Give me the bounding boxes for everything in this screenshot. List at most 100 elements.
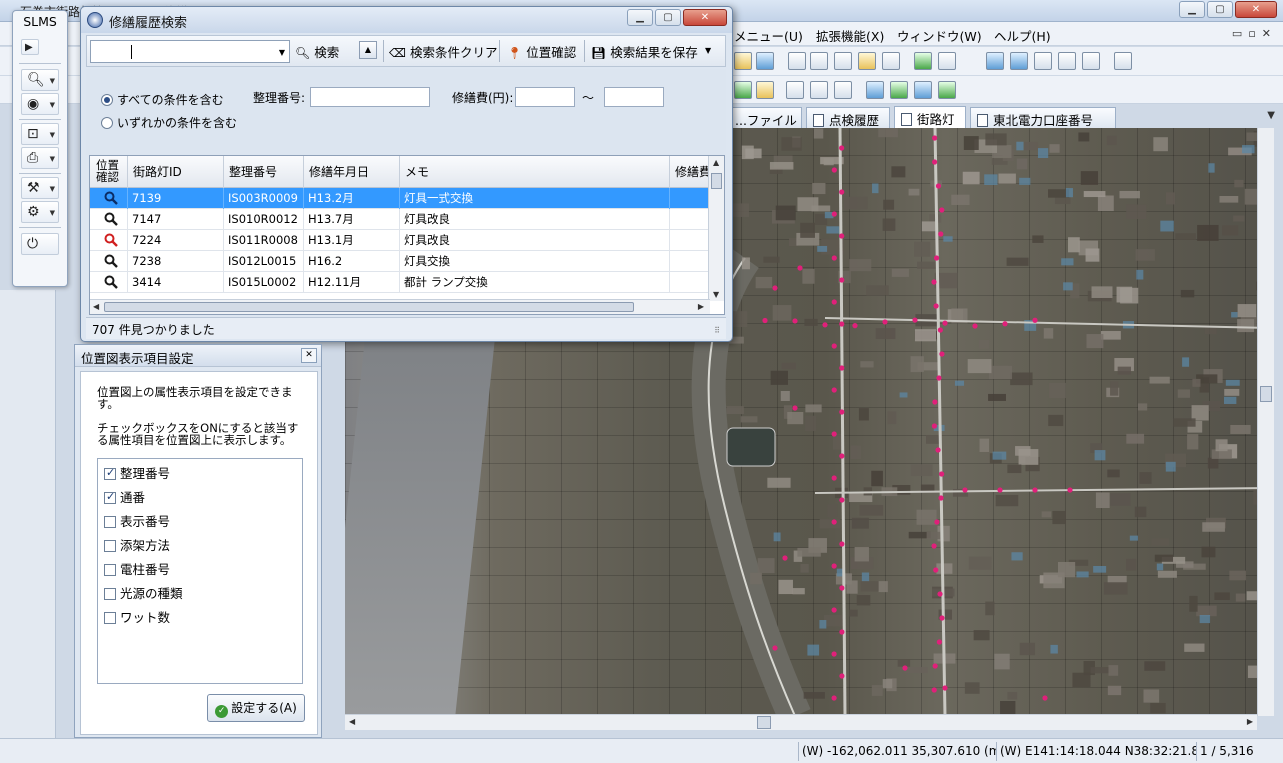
magnifier-icon[interactable] <box>104 212 118 226</box>
pin-icon[interactable] <box>786 81 804 99</box>
locate-cell[interactable] <box>90 230 128 251</box>
doc-icon[interactable] <box>834 52 852 70</box>
attribute-checkbox[interactable]: 電柱番号 <box>104 559 170 578</box>
collapse-toggle-button[interactable]: ▲ <box>359 41 377 59</box>
attribute-checkbox[interactable]: 通番 <box>104 487 145 506</box>
magnifier-icon[interactable] <box>104 233 118 247</box>
grid-icon[interactable] <box>1114 52 1132 70</box>
col-header-memo[interactable]: メモ <box>400 156 670 188</box>
doc-icon[interactable] <box>788 52 806 70</box>
settings-tool[interactable]: ⚙ ▼ <box>21 201 59 223</box>
col-header-ref-no[interactable]: 整理番号 <box>224 156 304 188</box>
window-list-icon[interactable] <box>1082 52 1100 70</box>
match-all-radio[interactable]: すべての条件を含む <box>101 91 224 108</box>
locate-button[interactable]: 📍︎ 位置確認 <box>507 42 576 61</box>
building-block <box>732 203 749 217</box>
chevron-down-icon[interactable]: ▼ <box>279 48 285 57</box>
palette-play-button[interactable]: ▶ <box>21 39 39 55</box>
attribute-checkbox[interactable]: 添架方法 <box>104 535 170 554</box>
save-dropdown-icon[interactable]: ▼ <box>705 46 711 55</box>
locate-cell[interactable] <box>90 251 128 272</box>
locate-cell[interactable] <box>90 209 128 230</box>
map-icon[interactable] <box>734 81 752 99</box>
search-button[interactable]: 🔍︎ 検索 <box>295 42 339 61</box>
match-any-radio[interactable]: いずれかの条件を含む <box>101 114 237 131</box>
table-row[interactable]: 7147 IS010R0012 H13.7月 灯具改良 <box>90 209 710 230</box>
clear-conditions-button[interactable]: ⌫ 検索条件クリア <box>389 42 497 61</box>
magnifier-icon[interactable] <box>104 254 118 268</box>
minimize-button[interactable]: ▁ <box>1179 1 1205 18</box>
mdi-controls[interactable]: ▭▫✕ <box>1232 27 1277 40</box>
table-row[interactable]: 3414 IS015L0002 H12.11月 都計 ランプ交換 <box>90 272 710 293</box>
tab-inspection-history[interactable]: 点検履歴 <box>806 107 890 128</box>
maximize-button[interactable]: ▢ <box>1207 1 1233 18</box>
chart-icon[interactable] <box>938 52 956 70</box>
window-horizontal-icon[interactable] <box>1034 52 1052 70</box>
copy-icon[interactable] <box>882 52 900 70</box>
map-horizontal-scrollbar[interactable]: ◀ ▶ <box>345 714 1257 730</box>
building-block <box>914 329 937 342</box>
doc-icon[interactable] <box>810 52 828 70</box>
table-row[interactable]: 7238 IS012L0015 H16.2 灯具交換 <box>90 251 710 272</box>
col-header-repair-date[interactable]: 修繕年月日 <box>304 156 400 188</box>
table-icon[interactable] <box>866 81 884 99</box>
tab-file[interactable]: ...ファイル <box>728 107 802 128</box>
marker-icon[interactable] <box>890 81 908 99</box>
cost-from-input[interactable] <box>515 87 575 107</box>
pin-icon[interactable] <box>834 81 852 99</box>
building-block <box>916 509 937 525</box>
menu-window[interactable]: ウィンドウ(W) <box>897 26 982 45</box>
view-tool[interactable]: ◉ ▼ <box>21 93 59 115</box>
window-tile-icon[interactable] <box>1010 52 1028 70</box>
locate-cell[interactable] <box>90 272 128 293</box>
panel-titlebar[interactable]: 位置図表示項目設定 ✕ <box>75 345 321 367</box>
menu-extensions[interactable]: 拡張機能(X) <box>816 26 884 45</box>
dialog-titlebar[interactable]: 修繕履歴検索 ▁ ▢ ✕ <box>81 7 732 33</box>
dialog-maximize-button[interactable]: ▢ <box>655 9 681 26</box>
window-cascade-icon[interactable] <box>986 52 1004 70</box>
col-header-light-id[interactable]: 街路灯ID <box>128 156 224 188</box>
tab-tohoku-account[interactable]: 東北電力口座番号 <box>970 107 1116 128</box>
window-vertical-icon[interactable] <box>1058 52 1076 70</box>
grid-vertical-scrollbar[interactable]: ▲ ▼ <box>708 156 724 301</box>
close-button[interactable]: ✕ <box>1235 1 1277 18</box>
table-row[interactable]: 7224 IS011R0008 H13.1月 灯具改良 <box>90 230 710 251</box>
attribute-checkbox[interactable]: 光源の種類 <box>104 583 183 602</box>
grid-horizontal-scrollbar[interactable]: ◀ ▶ <box>90 299 710 314</box>
menu-menu[interactable]: メニュー(U) <box>734 26 803 45</box>
magnifier-icon[interactable] <box>104 191 118 205</box>
hammer-tool[interactable]: ⚒ ▼ <box>21 177 59 199</box>
cost-to-input[interactable] <box>604 87 664 107</box>
menu-help[interactable]: ヘルプ(H) <box>994 26 1051 45</box>
magnifier-icon[interactable] <box>104 275 118 289</box>
print-tool[interactable]: ⎙ ▼ <box>21 147 59 169</box>
panel-close-button[interactable]: ✕ <box>301 348 317 363</box>
note-icon[interactable] <box>858 52 876 70</box>
select-zoom-tool[interactable]: ⊡ ▼ <box>21 123 59 145</box>
tab-streetlight[interactable]: 街路灯 <box>894 106 966 128</box>
marker-icon[interactable] <box>938 81 956 99</box>
attribute-checkbox[interactable]: 表示番号 <box>104 511 170 530</box>
zoom-tool[interactable]: 🔍︎ ▼ <box>21 69 59 91</box>
pin-icon[interactable] <box>810 81 828 99</box>
ref-no-input[interactable] <box>310 87 430 107</box>
locate-cell[interactable] <box>90 188 128 209</box>
folder-icon[interactable] <box>756 81 774 99</box>
attribute-checkbox[interactable]: 整理番号 <box>104 463 170 482</box>
power-button[interactable]: ⏻ <box>21 233 59 255</box>
dialog-close-button[interactable]: ✕ <box>683 9 727 26</box>
map-vertical-scrollbar[interactable] <box>1257 128 1274 716</box>
folder-icon[interactable] <box>734 52 752 70</box>
save-results-button[interactable]: 💾︎ 検索結果を保存 <box>591 42 698 61</box>
apply-settings-button[interactable]: ✓ 設定する(A) <box>207 694 305 722</box>
col-header-locate[interactable]: 位置 確認 <box>90 156 128 188</box>
open-icon[interactable] <box>756 52 774 70</box>
layer-icon[interactable] <box>914 52 932 70</box>
table-row[interactable]: 7139 IS003R0009 H13.2月 灯具一式交換 <box>90 188 710 209</box>
attribute-checkbox[interactable]: ワット数 <box>104 607 170 626</box>
keyword-combobox[interactable]: ▼ <box>90 40 290 63</box>
dialog-minimize-button[interactable]: ▁ <box>627 9 653 26</box>
resize-grip-icon[interactable]: ⠿ <box>714 326 720 335</box>
tab-list-dropdown-icon[interactable]: ▼ <box>1267 110 1275 121</box>
marker-icon[interactable] <box>914 81 932 99</box>
